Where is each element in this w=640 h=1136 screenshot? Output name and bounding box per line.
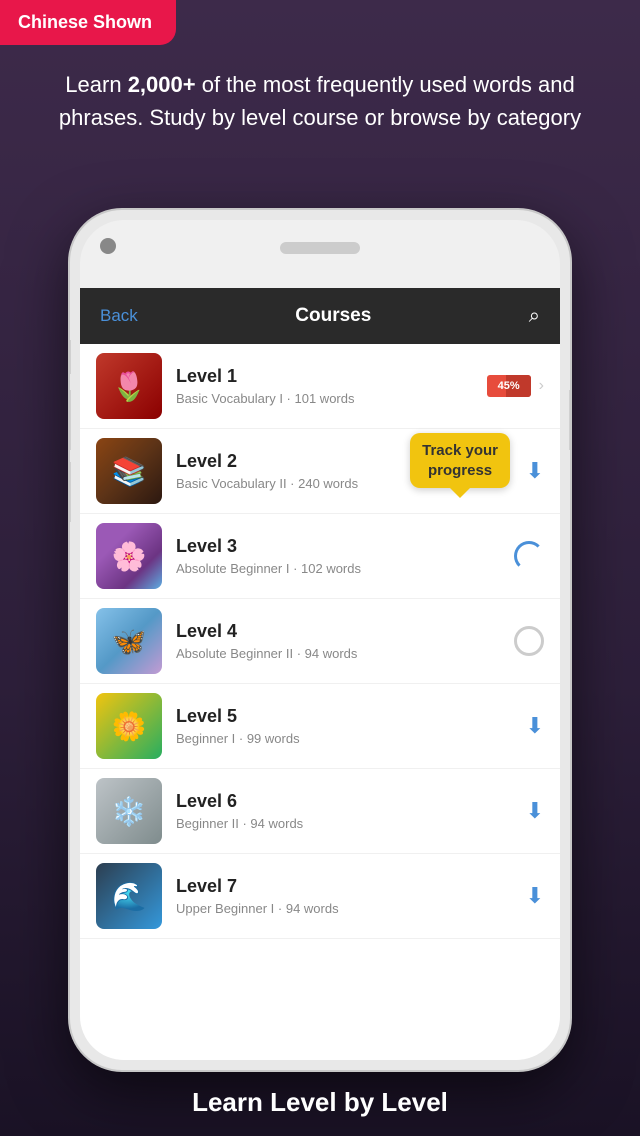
level1-thumb-icon: 🌷: [96, 353, 162, 419]
level4-sub: Absolute Beginner II · 94 words: [176, 646, 514, 661]
level7-name: Level 7: [176, 876, 526, 897]
course-item-level7[interactable]: 🌊 Level 7 Upper Beginner I · 94 words ⬇: [80, 854, 560, 939]
level2-action: ⬇: [526, 458, 544, 484]
level5-sub: Beginner I · 99 words: [176, 731, 526, 746]
level1-info: Level 1 Basic Vocabulary I · 101 words: [176, 366, 487, 406]
course-item-level1[interactable]: 🌷 Level 1 Basic Vocabulary I · 101 words…: [80, 344, 560, 429]
level1-progress-container: 45%: [487, 375, 531, 397]
word-count-highlight: 2,000+: [128, 72, 196, 97]
level1-progress-percent: 45%: [498, 380, 520, 392]
level7-action: ⬇: [526, 883, 544, 909]
level6-name: Level 6: [176, 791, 526, 812]
phone-power-button: [569, 390, 570, 450]
level1-thumbnail: 🌷: [96, 353, 162, 419]
header-description: Learn 2,000+ of the most frequently used…: [0, 68, 640, 134]
navigation-bar: Back Courses ⌕: [80, 288, 560, 344]
level7-thumbnail: 🌊: [96, 863, 162, 929]
level6-info: Level 6 Beginner II · 94 words: [176, 791, 526, 831]
level5-info: Level 5 Beginner I · 99 words: [176, 706, 526, 746]
level5-thumbnail: 🌼: [96, 693, 162, 759]
badge-label: Chinese Shown: [18, 12, 152, 32]
level7-info: Level 7 Upper Beginner I · 94 words: [176, 876, 526, 916]
phone-speaker: [280, 242, 360, 254]
footer-tagline: Learn Level by Level: [0, 1087, 640, 1118]
course-item-level2[interactable]: 📚 Level 2 Basic Vocabulary II · 240 word…: [80, 429, 560, 514]
phone-mute-button: [70, 340, 71, 374]
level5-action: ⬇: [526, 713, 544, 739]
nav-title: Courses: [295, 305, 371, 327]
level5-thumb-icon: 🌼: [96, 693, 162, 759]
level4-info: Level 4 Absolute Beginner II · 94 words: [176, 621, 514, 661]
level4-thumb-icon: 🦋: [96, 608, 162, 674]
level4-progress-circle-icon: [514, 626, 544, 656]
level3-thumbnail: 🌸: [96, 523, 162, 589]
level1-action: 45% ›: [487, 375, 544, 397]
level3-name: Level 3: [176, 536, 514, 557]
level7-sub: Upper Beginner I · 94 words: [176, 901, 526, 916]
level2-download-icon[interactable]: ⬇: [526, 458, 544, 484]
level1-sub: Basic Vocabulary I · 101 words: [176, 391, 487, 406]
level6-sub: Beginner II · 94 words: [176, 816, 526, 831]
level6-action: ⬇: [526, 798, 544, 824]
level1-progress-bar: 45%: [487, 375, 531, 397]
level6-download-icon[interactable]: ⬇: [526, 798, 544, 824]
phone-camera: [100, 238, 116, 254]
phone-mockup: Back Courses ⌕ 🌷 Level 1 Basic Vocabular…: [70, 210, 570, 1070]
course-item-level3[interactable]: 🌸 Level 3 Absolute Beginner I · 102 word…: [80, 514, 560, 599]
level1-name: Level 1: [176, 366, 487, 387]
course-item-level6[interactable]: ❄️ Level 6 Beginner II · 94 words ⬇: [80, 769, 560, 854]
phone-inner: Back Courses ⌕ 🌷 Level 1 Basic Vocabular…: [80, 220, 560, 1060]
level2-thumbnail: 📚: [96, 438, 162, 504]
level1-chevron-icon: ›: [539, 377, 544, 395]
level4-thumbnail: 🦋: [96, 608, 162, 674]
level3-action: [514, 541, 544, 571]
course-list: 🌷 Level 1 Basic Vocabulary I · 101 words…: [80, 344, 560, 939]
level3-thumb-icon: 🌸: [96, 523, 162, 589]
course-item-level4[interactable]: 🦋 Level 4 Absolute Beginner II · 94 word…: [80, 599, 560, 684]
search-icon[interactable]: ⌕: [529, 305, 540, 328]
language-badge[interactable]: Chinese Shown: [0, 0, 176, 45]
level3-info: Level 3 Absolute Beginner I · 102 words: [176, 536, 514, 576]
level4-action: [514, 626, 544, 656]
phone-volume-up-button: [70, 390, 71, 450]
level6-thumbnail: ❄️: [96, 778, 162, 844]
level4-name: Level 4: [176, 621, 514, 642]
course-item-level5[interactable]: 🌼 Level 5 Beginner I · 99 words ⬇: [80, 684, 560, 769]
level7-thumb-icon: 🌊: [96, 863, 162, 929]
back-button[interactable]: Back: [100, 306, 138, 326]
level5-download-icon[interactable]: ⬇: [526, 713, 544, 739]
level5-name: Level 5: [176, 706, 526, 727]
level3-sub: Absolute Beginner I · 102 words: [176, 561, 514, 576]
level7-download-icon[interactable]: ⬇: [526, 883, 544, 909]
level6-thumb-icon: ❄️: [96, 778, 162, 844]
level2-thumb-icon: 📚: [96, 438, 162, 504]
level3-progress-circle-icon: [514, 541, 544, 571]
phone-screen: Back Courses ⌕ 🌷 Level 1 Basic Vocabular…: [80, 288, 560, 1060]
phone-volume-down-button: [70, 462, 71, 522]
track-progress-tooltip: Track yourprogress: [410, 433, 510, 488]
